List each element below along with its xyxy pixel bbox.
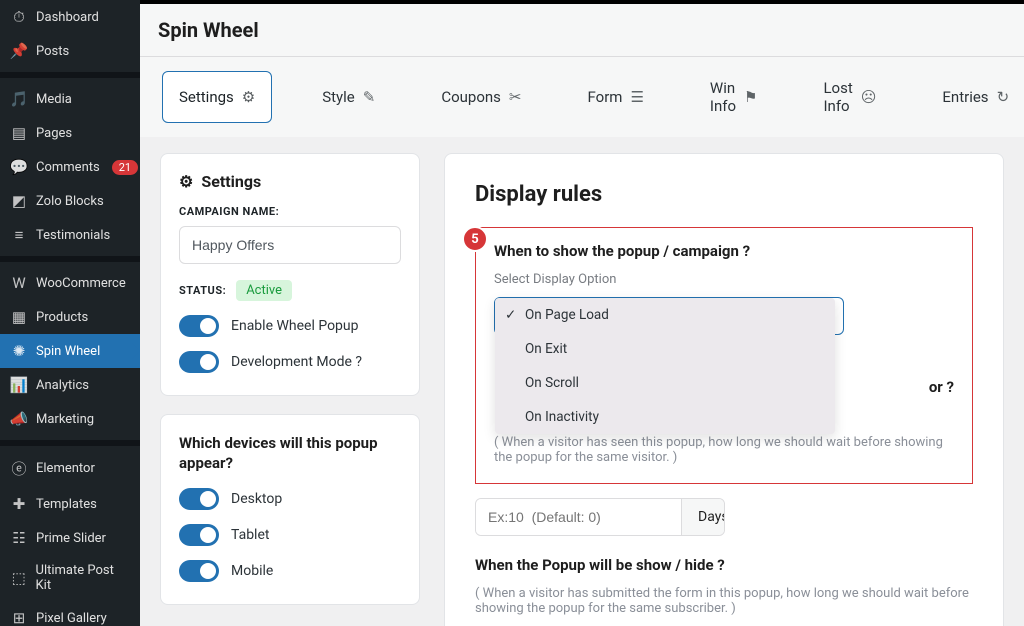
- tab-win-info[interactable]: Win Info⚑: [694, 71, 774, 123]
- sidebar-item-woocommerce[interactable]: WWooCommerce: [0, 266, 140, 300]
- menu-icon: 📌: [10, 42, 28, 60]
- display-rules-panel: Display rules 5 When to show the popup /…: [444, 153, 1004, 626]
- separator: [0, 72, 140, 78]
- sidebar-item-pixel-gallery[interactable]: ⊞Pixel Gallery: [0, 601, 140, 626]
- tab-bar: Settings⚙ Style✎ Coupons✂ Form☰ Win Info⚑ Los…: [140, 57, 1024, 137]
- days-suffix: Days: [681, 499, 725, 535]
- option-on-exit[interactable]: On Exit: [495, 332, 835, 366]
- menu-icon: ✺: [10, 342, 28, 360]
- sidebar-item-comments[interactable]: 💬Comments21: [0, 150, 140, 184]
- menu-icon: 🎵: [10, 90, 28, 108]
- tab-style[interactable]: Style✎: [306, 71, 391, 123]
- sidebar-item-ultimate-post-kit[interactable]: ⬚Ultimate Post Kit: [0, 555, 140, 601]
- status-row: STATUS: Active: [179, 280, 401, 301]
- question-when-show: When to show the popup / campaign ?: [494, 242, 954, 260]
- select-display-label: Select Display Option: [494, 272, 954, 287]
- campaign-name-input[interactable]: [179, 226, 401, 264]
- left-column: ⚙Settings CAMPAIGN NAME: STATUS: Active …: [160, 153, 420, 610]
- sidebar-item-templates[interactable]: ✚Templates: [0, 487, 140, 521]
- menu-icon: 📣: [10, 410, 28, 428]
- toggle-tablet[interactable]: Tablet: [179, 524, 401, 546]
- right-column: Display rules 5 When to show the popup /…: [444, 153, 1004, 610]
- main-area: Spin Wheel Settings⚙ Style✎ Coupons✂ Form☰ W…: [140, 0, 1024, 626]
- devices-card-title: Which devices will this popup appear?: [179, 433, 401, 474]
- help-text-subscriber: ( When a visitor has submitted the form …: [475, 586, 973, 616]
- entries-icon: ↻: [997, 88, 1010, 106]
- toggle-enable-wheel[interactable]: Enable Wheel Popup: [179, 315, 401, 337]
- lost info-icon: ☹: [861, 88, 877, 106]
- separator: [0, 256, 140, 262]
- tab-entries[interactable]: Entries↻: [926, 71, 1024, 123]
- option-on-scroll[interactable]: On Scroll: [495, 366, 835, 400]
- sidebar-item-analytics[interactable]: 📊Analytics: [0, 368, 140, 402]
- menu-icon: ⓔ: [10, 458, 28, 479]
- panel-heading: Display rules: [475, 182, 973, 207]
- sidebar-item-spin-wheel[interactable]: ✺Spin Wheel: [0, 334, 140, 368]
- settings-card: ⚙Settings CAMPAIGN NAME: STATUS: Active …: [160, 153, 420, 396]
- menu-icon: ⏱: [10, 8, 28, 26]
- tab-settings[interactable]: Settings⚙: [162, 71, 272, 123]
- display-option-select[interactable]: On Page LoadOn ExitOn ScrollOn Inactivit…: [494, 297, 844, 335]
- sidebar-item-marketing[interactable]: 📣Marketing: [0, 402, 140, 436]
- step-marker: 5: [462, 226, 488, 252]
- sidebar-item-elementor[interactable]: ⓔElementor: [0, 450, 140, 487]
- tab-form[interactable]: Form☰: [572, 71, 660, 123]
- gear-icon: ⚙: [179, 172, 193, 191]
- tab-coupons[interactable]: Coupons✂: [425, 71, 537, 123]
- page-title: Spin Wheel: [140, 4, 1024, 57]
- toggle-desktop[interactable]: Desktop: [179, 488, 401, 510]
- win info-icon: ⚑: [744, 88, 757, 106]
- content: ⚙Settings CAMPAIGN NAME: STATUS: Active …: [140, 137, 1024, 626]
- toggle-mobile[interactable]: Mobile: [179, 560, 401, 582]
- admin-sidebar: ⏱Dashboard📌Posts🎵Media▤Pages💬Comments21◩…: [0, 0, 140, 626]
- sidebar-item-products[interactable]: ▦Products: [0, 300, 140, 334]
- menu-icon: W: [10, 274, 28, 292]
- separator: [0, 440, 140, 446]
- menu-icon: ☷: [10, 529, 28, 547]
- question-show-hide: When the Popup will be show / hide ?: [475, 556, 973, 574]
- menu-icon: 📊: [10, 376, 28, 394]
- help-text-visitor: ( When a visitor has seen this popup, ho…: [494, 435, 954, 465]
- menu-icon: ⊞: [10, 609, 28, 626]
- sidebar-item-prime-slider[interactable]: ☷Prime Slider: [0, 521, 140, 555]
- menu-icon: 💬: [10, 158, 28, 176]
- toggle-dev-mode[interactable]: Development Mode ?: [179, 351, 401, 373]
- toggle-icon: [179, 560, 219, 582]
- comments-badge: 21: [112, 160, 138, 175]
- toggle-icon: [179, 315, 219, 337]
- toggle-icon: [179, 524, 219, 546]
- campaign-name-label: CAMPAIGN NAME:: [179, 205, 401, 218]
- status-label: STATUS:: [179, 284, 226, 297]
- menu-icon: ▦: [10, 308, 28, 326]
- sidebar-item-dashboard[interactable]: ⏱Dashboard: [0, 0, 140, 34]
- menu-icon: ✚: [10, 495, 28, 513]
- option-on-inactivity[interactable]: On Inactivity: [495, 400, 835, 434]
- devices-card: Which devices will this popup appear? De…: [160, 414, 420, 605]
- sidebar-item-media[interactable]: 🎵Media: [0, 82, 140, 116]
- days-input-group: Days: [475, 498, 725, 536]
- sidebar-item-posts[interactable]: 📌Posts: [0, 34, 140, 68]
- sidebar-item-zolo-blocks[interactable]: ◩Zolo Blocks: [0, 184, 140, 218]
- show-hide-section: When the Popup will be show / hide ? ( W…: [475, 556, 973, 626]
- settings-card-title: ⚙Settings: [179, 172, 401, 191]
- menu-icon: ≡: [10, 226, 28, 244]
- menu-icon: ⬚: [10, 569, 28, 587]
- menu-icon: ▤: [10, 124, 28, 142]
- toggle-icon: [179, 488, 219, 510]
- style-icon: ✎: [363, 88, 376, 106]
- toggle-icon: [179, 351, 219, 373]
- sidebar-item-testimonials[interactable]: ≡Testimonials: [0, 218, 140, 252]
- tab-lost-info[interactable]: Lost Info☹: [807, 71, 892, 123]
- coupons-icon: ✂: [509, 88, 522, 106]
- form-icon: ☰: [630, 88, 643, 106]
- highlight-box: 5 When to show the popup / campaign ? Se…: [475, 227, 973, 484]
- sidebar-item-pages[interactable]: ▤Pages: [0, 116, 140, 150]
- menu-icon: ◩: [10, 192, 28, 210]
- days-input[interactable]: [476, 499, 681, 535]
- display-option-menu: On Page LoadOn ExitOn ScrollOn Inactivit…: [495, 298, 835, 434]
- settings-icon: ⚙: [242, 88, 255, 106]
- status-badge: Active: [236, 280, 292, 301]
- option-on-page-load[interactable]: On Page Load: [495, 298, 835, 332]
- partial-text-or: or ?: [929, 378, 954, 396]
